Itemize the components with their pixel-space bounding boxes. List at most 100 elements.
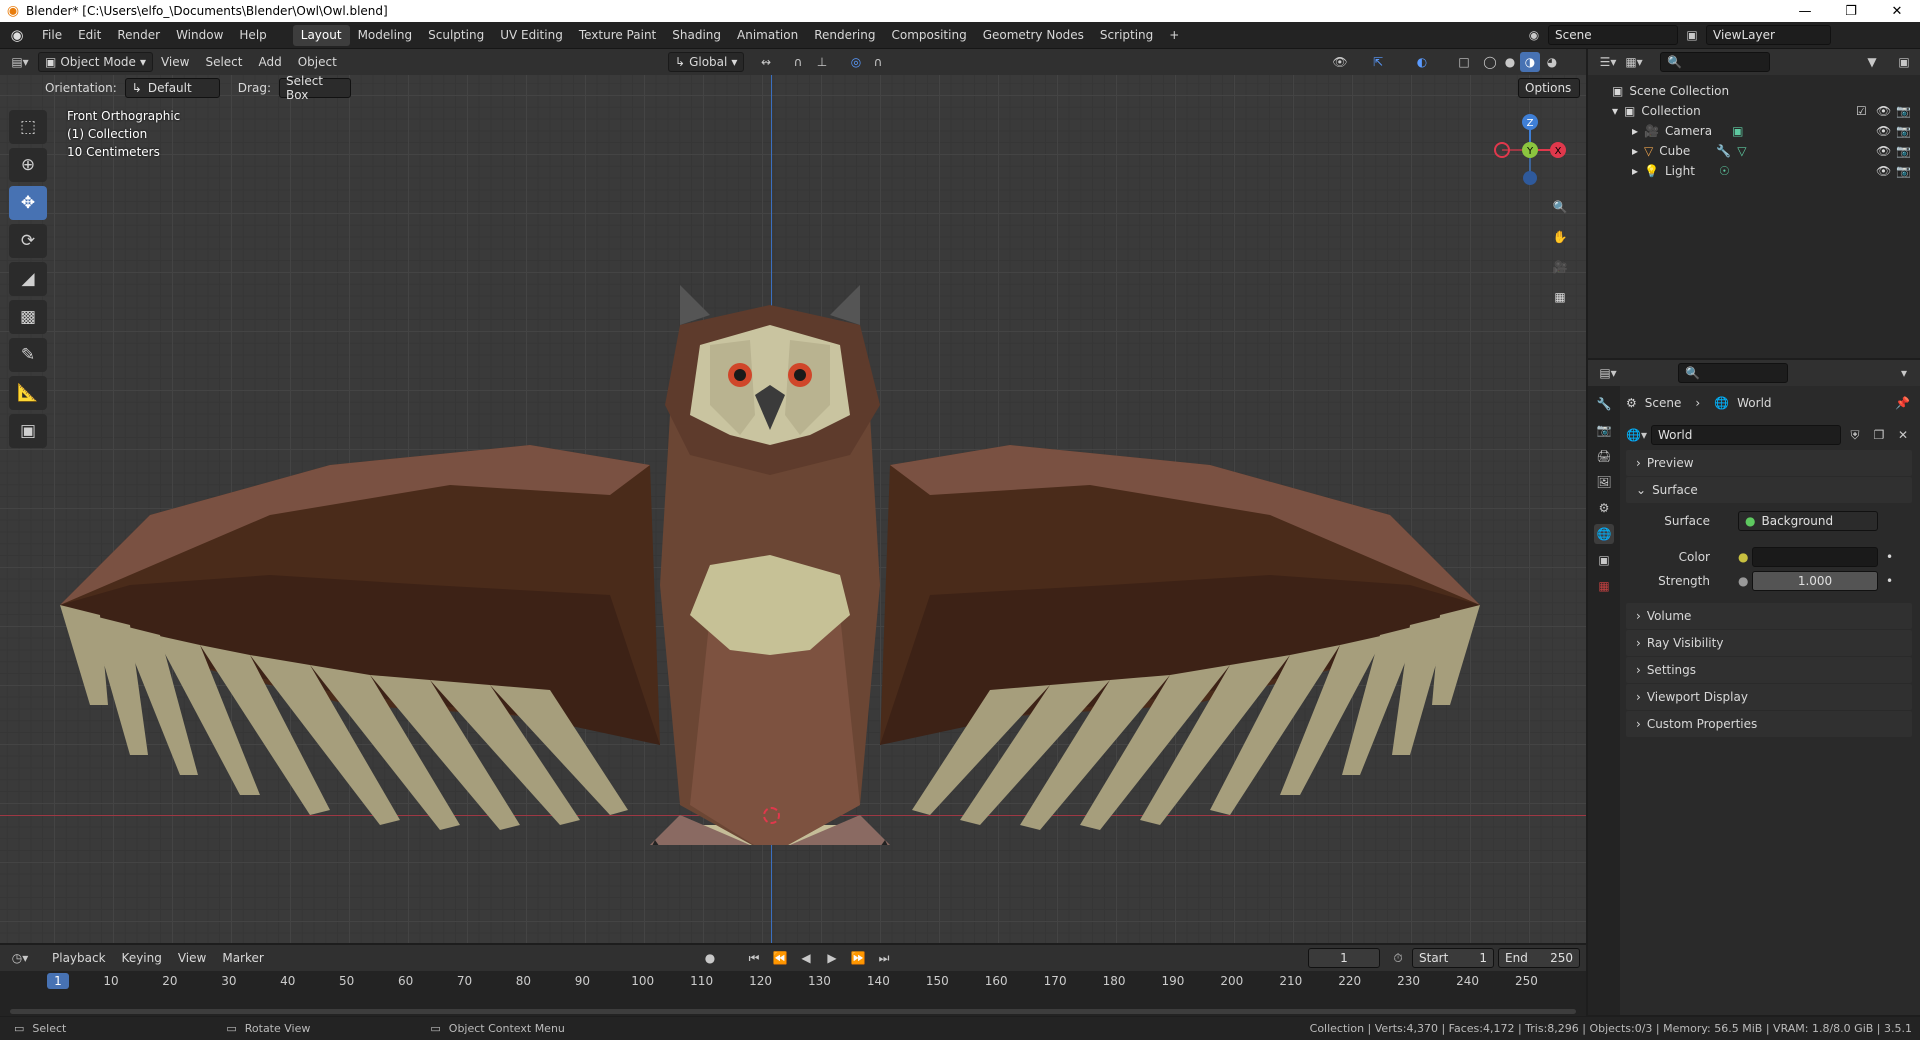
transform-orientation-selector[interactable]: ↳ Global ▾	[668, 52, 745, 72]
menu-file[interactable]: File	[34, 25, 70, 46]
jump-end-icon[interactable]: ⏭	[874, 948, 894, 968]
timeline-menu-playback[interactable]: Playback	[44, 948, 114, 969]
render-camera-icon[interactable]: 📷	[1896, 124, 1911, 138]
start-frame-field[interactable]: Start 1	[1412, 948, 1494, 968]
tab-texture-paint[interactable]: Texture Paint	[571, 25, 664, 46]
color-swatch[interactable]	[1752, 547, 1878, 567]
move-tool-icon[interactable]: ✥	[9, 186, 47, 220]
record-keyframe-icon[interactable]: ●	[700, 948, 720, 968]
timeline-menu-keying[interactable]: Keying	[114, 948, 170, 969]
panel-volume[interactable]: › Volume	[1626, 603, 1912, 629]
checkbox-icon[interactable]: ☑	[1856, 104, 1867, 118]
stopwatch-icon[interactable]: ⏱	[1388, 948, 1408, 968]
keyframe-dot-icon[interactable]: •	[1886, 574, 1893, 588]
drag-setting-dropdown[interactable]: Select Box	[278, 74, 351, 102]
visibility-icon[interactable]: 👁	[1330, 52, 1350, 72]
eye-icon[interactable]: 👁	[1876, 124, 1891, 138]
eye-icon[interactable]: 👁	[1876, 144, 1891, 158]
unlink-x-icon[interactable]: ✕	[1893, 425, 1913, 445]
restore-icon[interactable]: ❐	[1828, 0, 1874, 22]
annotate-tool-icon[interactable]: ✎	[9, 338, 47, 372]
play-reverse-icon[interactable]: ◀	[796, 948, 816, 968]
menu-window[interactable]: Window	[168, 25, 231, 46]
gizmo-toggle-icon[interactable]: ⇱	[1368, 52, 1388, 72]
grid-view-icon[interactable]: ▦	[1548, 285, 1572, 309]
timeline-editor-type-icon[interactable]: ◷▾	[10, 948, 30, 968]
render-camera-icon[interactable]: 📷	[1896, 164, 1911, 178]
menu-edit[interactable]: Edit	[70, 25, 109, 46]
expand-chevron-icon[interactable]: ▸	[1632, 124, 1638, 138]
panel-surface[interactable]: ⌄ Surface	[1626, 477, 1912, 503]
play-icon[interactable]: ▶	[822, 948, 842, 968]
options-dropdown[interactable]: Options	[1518, 78, 1580, 98]
timeline-menu-marker[interactable]: Marker	[214, 948, 271, 969]
pan-hand-icon[interactable]: ✋	[1548, 225, 1572, 249]
cursor-tool-icon[interactable]: ⊕	[9, 148, 47, 182]
proportional-edit-icon[interactable]: ◎	[846, 52, 866, 72]
viewport-menu-view[interactable]: View	[153, 52, 197, 73]
tab-geometry-nodes[interactable]: Geometry Nodes	[975, 25, 1092, 46]
outliner-item-light[interactable]: ▸ 💡 Light ☉ 👁 📷	[1588, 161, 1920, 181]
viewport-menu-add[interactable]: Add	[250, 52, 289, 73]
view-layer-tab-icon[interactable]: 🖼	[1594, 472, 1614, 492]
overlay-toggle-icon[interactable]: ◐	[1412, 52, 1432, 72]
snap-target-icon[interactable]: ⊥	[812, 52, 832, 72]
filter-icon[interactable]: ▼	[1862, 52, 1882, 72]
jump-start-icon[interactable]: ⏮	[744, 948, 764, 968]
fake-user-shield-icon[interactable]: ⛨	[1845, 425, 1865, 445]
measure-tool-icon[interactable]: 📐	[9, 376, 47, 410]
modifier-wrench-icon[interactable]: 🔧	[1716, 144, 1731, 158]
tab-sculpting[interactable]: Sculpting	[420, 25, 492, 46]
world-browse-icon[interactable]: 🌐▾	[1626, 425, 1647, 445]
output-tab-icon[interactable]: 🖨	[1594, 446, 1614, 466]
outliner-item-camera[interactable]: ▸ 🎥 Camera ▣ 👁 📷	[1588, 121, 1920, 141]
zoom-icon[interactable]: 🔍	[1548, 195, 1572, 219]
prev-keyframe-icon[interactable]: ⏪	[770, 948, 790, 968]
mode-selector[interactable]: ▣ Object Mode ▾	[38, 52, 153, 72]
owl-model[interactable]	[50, 285, 1490, 845]
pin-icon[interactable]: 📌	[1895, 396, 1910, 410]
add-cube-tool-icon[interactable]: ▣	[9, 414, 47, 448]
frame-ruler[interactable]: 1 10 20 30 40 50 60 70 80 90 100 110 120 130 140 150 160…	[0, 971, 1586, 993]
tab-uv-editing[interactable]: UV Editing	[492, 25, 571, 46]
scene-tab-icon[interactable]: ⚙	[1594, 498, 1614, 518]
timeline-menu-view[interactable]: View	[170, 948, 214, 969]
panel-custom-properties[interactable]: › Custom Properties	[1626, 711, 1912, 737]
tool-tab-icon[interactable]: 🔧	[1594, 394, 1614, 414]
menu-help[interactable]: Help	[231, 25, 274, 46]
material-shading-icon[interactable]: ◑	[1520, 52, 1540, 72]
menu-render[interactable]: Render	[109, 25, 168, 46]
expand-chevron-icon[interactable]: ▸	[1632, 164, 1638, 178]
snap-icon[interactable]: ∩	[788, 52, 808, 72]
falloff-icon[interactable]: ∩	[868, 52, 888, 72]
view-layer-icon[interactable]: ▣	[1682, 25, 1702, 45]
light-data-icon[interactable]: ☉	[1719, 164, 1730, 178]
current-frame-field[interactable]: 1	[1308, 948, 1380, 968]
eye-icon[interactable]: 👁	[1876, 164, 1891, 178]
tab-animation[interactable]: Animation	[729, 25, 806, 46]
navigation-gizmo[interactable]: Z X Y	[1485, 110, 1575, 200]
wireframe-shading-icon[interactable]: ◯	[1480, 52, 1500, 72]
outliner-item-cube[interactable]: ▸ ▽ Cube 🔧 ▽ 👁 📷	[1588, 141, 1920, 161]
display-mode-icon[interactable]: ▦▾	[1624, 52, 1644, 72]
strength-socket-icon[interactable]: ●	[1738, 574, 1748, 588]
properties-editor-type-icon[interactable]: ▤▾	[1598, 363, 1618, 383]
3d-cursor[interactable]	[763, 807, 780, 824]
tab-rendering[interactable]: Rendering	[806, 25, 883, 46]
outliner-scene-collection[interactable]: ▣ Scene Collection	[1588, 81, 1920, 101]
mesh-data-icon[interactable]: ▽	[1737, 144, 1746, 158]
tab-compositing[interactable]: Compositing	[883, 25, 974, 46]
texture-tab-icon[interactable]: ▦	[1594, 576, 1614, 596]
eye-icon[interactable]: 👁	[1876, 104, 1891, 118]
add-workspace-icon[interactable]: +	[1161, 25, 1187, 46]
outliner-search-input[interactable]: 🔍	[1660, 52, 1770, 72]
outliner-collection[interactable]: ▾ ▣ Collection ☑ 👁 📷	[1588, 101, 1920, 121]
end-frame-field[interactable]: End 250	[1498, 948, 1580, 968]
tab-layout[interactable]: Layout	[292, 24, 350, 46]
solid-shading-icon[interactable]: ●	[1500, 52, 1520, 72]
world-name-field[interactable]: World	[1650, 425, 1841, 445]
tab-scripting[interactable]: Scripting	[1092, 25, 1161, 46]
chevron-down-icon[interactable]: ▾	[1894, 363, 1914, 383]
blender-menu-icon[interactable]: ◉	[0, 26, 34, 44]
strength-field[interactable]: 1.000	[1752, 571, 1878, 591]
